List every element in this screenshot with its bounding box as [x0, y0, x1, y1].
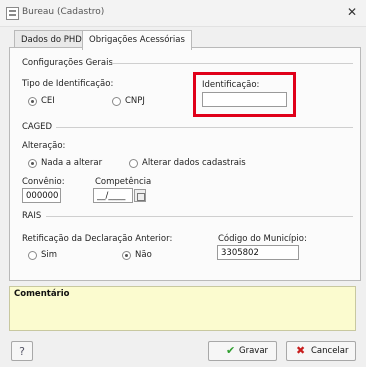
alteracao-label: Alteração:	[22, 141, 66, 151]
comentario-title: Comentário	[14, 289, 70, 299]
convenio-input[interactable]	[22, 188, 61, 203]
section-title-rais: RAIS	[22, 211, 42, 221]
radio-cnpj[interactable]	[112, 97, 121, 106]
tab-obrigacoes-acessorias[interactable]: Obrigações Acessórias	[82, 30, 192, 50]
convenio-label: Convênio:	[22, 177, 65, 187]
municipio-label: Código do Município:	[218, 234, 307, 244]
radio-alterar-dados-label: Alterar dados cadastrais	[142, 158, 246, 168]
save-label: Gravar	[239, 346, 269, 356]
municipio-input[interactable]	[217, 245, 299, 260]
close-icon[interactable]: ✕	[344, 3, 360, 21]
tipo-identificacao-label: Tipo de Identificação:	[22, 79, 114, 89]
radio-alterar-dados[interactable]	[129, 159, 138, 168]
cancel-button[interactable]: ✖ Cancelar	[286, 341, 356, 361]
section-title-config-gerais: Configurações Gerais	[22, 58, 113, 68]
radio-sim-label: Sim	[41, 250, 58, 260]
help-button[interactable]: ?	[11, 341, 33, 361]
section-divider	[56, 127, 353, 128]
section-divider	[46, 216, 353, 217]
cancel-x-icon: ✖	[296, 344, 306, 357]
calendar-icon[interactable]	[134, 189, 146, 202]
radio-cnpj-label: CNPJ	[125, 96, 145, 106]
help-icon: ?	[19, 345, 25, 358]
window-title: Bureau (Cadastro)	[22, 7, 105, 17]
competencia-label: Competência	[95, 177, 152, 187]
competencia-input[interactable]	[93, 188, 133, 203]
section-title-caged: CAGED	[22, 122, 53, 132]
radio-sim[interactable]	[28, 251, 37, 260]
save-button[interactable]: ✔ Gravar	[208, 341, 277, 361]
radio-cei[interactable]	[28, 97, 37, 106]
checkmark-icon: ✔	[226, 344, 236, 357]
identificacao-input[interactable]	[202, 92, 287, 107]
radio-nada-alterar-label: Nada a alterar	[41, 158, 103, 168]
section-divider	[112, 63, 353, 64]
identificacao-label: Identificação:	[202, 80, 260, 90]
retificacao-label: Retificação da Declaração Anterior:	[22, 234, 173, 244]
cancel-label: Cancelar	[311, 346, 349, 356]
radio-cei-label: CEI	[41, 96, 55, 106]
radio-nao-label: Não	[135, 250, 152, 260]
radio-nada-alterar[interactable]	[28, 159, 37, 168]
radio-nao[interactable]	[122, 251, 131, 260]
form-icon	[6, 7, 19, 20]
